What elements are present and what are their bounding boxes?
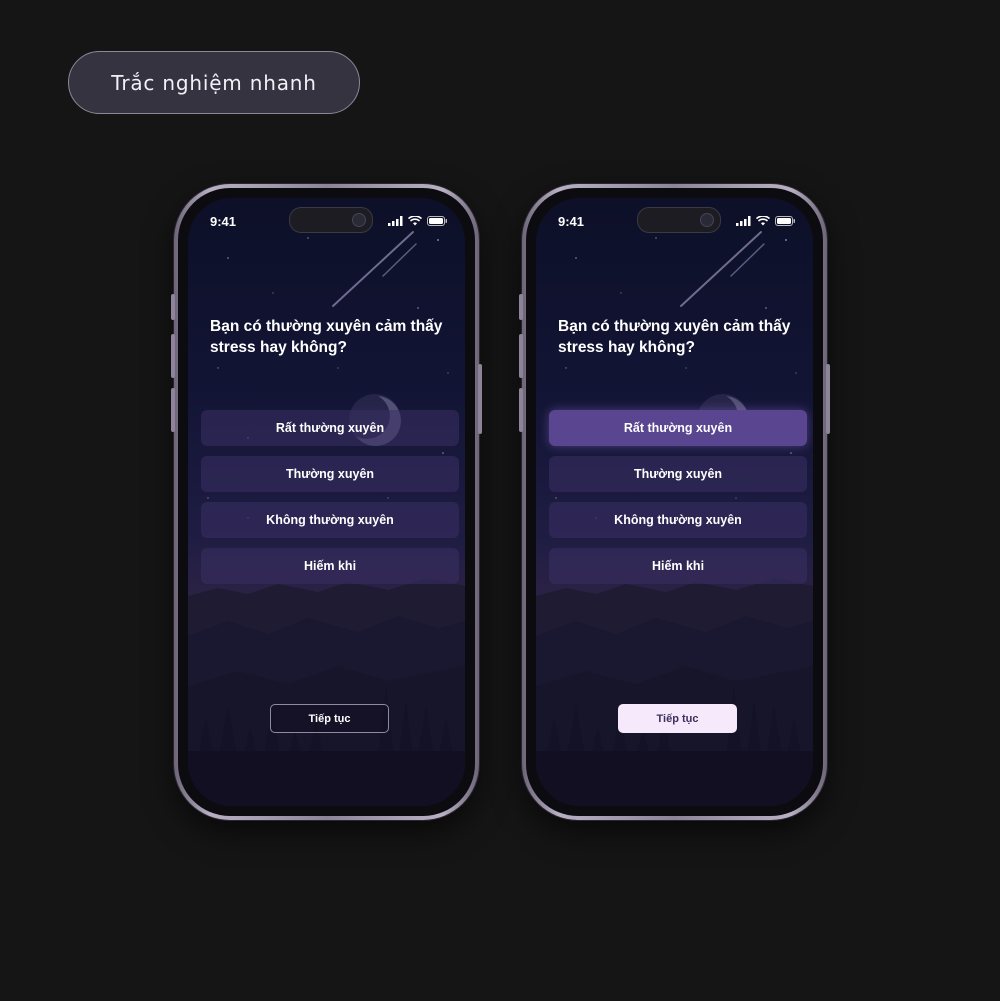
- quiz-question: Bạn có thường xuyên cảm thấy stress hay …: [558, 318, 791, 356]
- phone-volume-up: [519, 334, 523, 378]
- shooting-star: [332, 231, 414, 307]
- answer-option-label: Hiếm khi: [651, 559, 705, 573]
- phone-power-button: [478, 364, 482, 434]
- dynamic-island: [289, 207, 373, 233]
- quiz-question: Bạn có thường xuyên cảm thấy stress hay …: [210, 318, 443, 356]
- answer-option-often[interactable]: Thường xuyên: [201, 456, 459, 492]
- phone-screen: 9:41 Bạn có thường xuyên cảm thấy stress…: [188, 198, 465, 806]
- battery-icon: [775, 216, 795, 226]
- answer-option-not-often[interactable]: Không thường xuyên: [549, 502, 807, 538]
- phone-volume-down: [171, 388, 175, 432]
- signal-icon: [388, 216, 403, 226]
- phone-side-button: [519, 294, 523, 320]
- signal-icon: [736, 216, 751, 226]
- canvas: Trắc nghiệm nhanh 9:41 Bạn có thường xuy…: [0, 0, 1000, 1001]
- phone-screen: 9:41 Bạn có thường xuyên cảm thấy stress…: [536, 198, 813, 806]
- phone-mockup-selected: 9:41 Bạn có thường xuyên cảm thấy stress…: [519, 184, 830, 820]
- phone-bezel: 9:41 Bạn có thường xuyên cảm thấy stress…: [526, 188, 823, 816]
- phone-power-button: [826, 364, 830, 434]
- phone-side-button: [171, 294, 175, 320]
- phone-bezel: 9:41 Bạn có thường xuyên cảm thấy stress…: [178, 188, 475, 816]
- answer-option-very-often[interactable]: Rất thường xuyên: [201, 410, 459, 446]
- battery-icon: [427, 216, 447, 226]
- mountain-landscape: [536, 578, 813, 806]
- answer-option-label: Không thường xuyên: [614, 513, 742, 527]
- section-title: Trắc nghiệm nhanh: [111, 70, 317, 95]
- mountain-landscape: [188, 578, 465, 806]
- dynamic-island: [637, 207, 721, 233]
- answer-option-label: Thường xuyên: [633, 467, 723, 481]
- status-bar-time: 9:41: [210, 214, 237, 229]
- camera-icon: [700, 213, 714, 227]
- continue-button-label: Tiếp tục: [656, 712, 699, 725]
- camera-icon: [352, 213, 366, 227]
- section-title-pill: Trắc nghiệm nhanh: [68, 51, 360, 114]
- answer-option-rarely[interactable]: Hiếm khi: [549, 548, 807, 584]
- answer-option-very-often-selected[interactable]: Rất thường xuyên: [549, 410, 807, 446]
- shooting-star: [680, 231, 762, 307]
- answer-option-often[interactable]: Thường xuyên: [549, 456, 807, 492]
- answer-option-not-often[interactable]: Không thường xuyên: [201, 502, 459, 538]
- answer-option-rarely[interactable]: Hiếm khi: [201, 548, 459, 584]
- wifi-icon: [756, 216, 770, 226]
- answer-option-label: Rất thường xuyên: [275, 421, 385, 435]
- wifi-icon: [408, 216, 422, 226]
- phone-volume-up: [171, 334, 175, 378]
- status-icons: [388, 216, 447, 226]
- status-bar-time: 9:41: [558, 214, 585, 229]
- continue-button-label: Tiếp tục: [308, 712, 351, 725]
- phone-volume-down: [519, 388, 523, 432]
- status-icons: [736, 216, 795, 226]
- answer-option-label: Không thường xuyên: [266, 513, 394, 527]
- phone-mockup-unselected: 9:41 Bạn có thường xuyên cảm thấy stress…: [171, 184, 482, 820]
- continue-button[interactable]: Tiếp tục: [270, 704, 389, 733]
- continue-button[interactable]: Tiếp tục: [618, 704, 737, 733]
- answer-option-label: Hiếm khi: [303, 559, 357, 573]
- answer-option-label: Rất thường xuyên: [623, 421, 733, 435]
- answer-option-label: Thường xuyên: [285, 467, 375, 481]
